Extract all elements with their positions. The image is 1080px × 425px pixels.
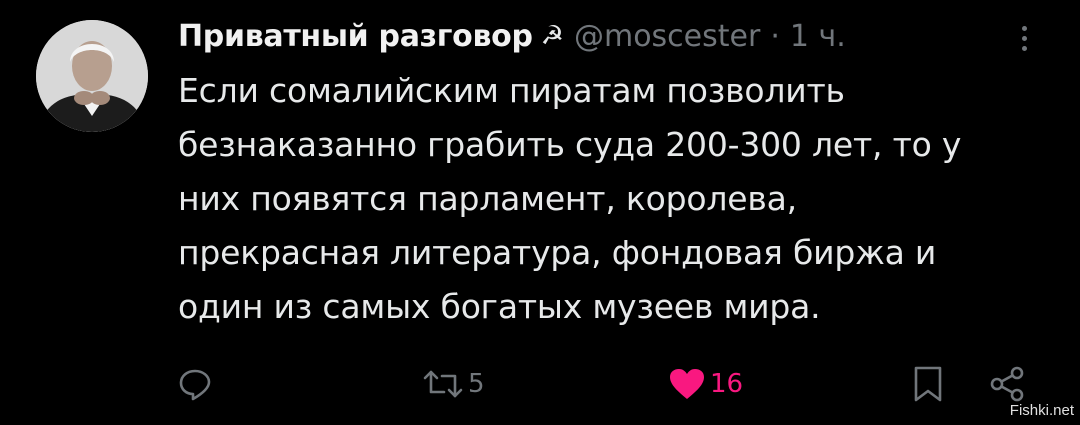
watermark: Fishki.net bbox=[1009, 402, 1074, 419]
bookmark-icon bbox=[914, 366, 942, 402]
like-button[interactable]: 16 bbox=[668, 364, 743, 404]
share-button[interactable] bbox=[988, 364, 1026, 404]
retweet-count: 5 bbox=[468, 369, 485, 399]
avatar-photo bbox=[36, 20, 148, 132]
dot-icon bbox=[1021, 35, 1027, 41]
tweet-text-line: безнаказанно грабить суда 200-300 лет, т… bbox=[178, 125, 962, 164]
dot-icon bbox=[1021, 45, 1027, 51]
reply-icon bbox=[179, 369, 211, 401]
retweet-button[interactable]: 5 bbox=[422, 364, 485, 404]
more-options-button[interactable] bbox=[1014, 18, 1034, 58]
dot-icon bbox=[1021, 25, 1027, 31]
share-icon bbox=[990, 366, 1024, 402]
author-handle[interactable]: @moscester bbox=[574, 19, 760, 54]
timestamp[interactable]: 1 ч. bbox=[790, 19, 846, 54]
author-name[interactable]: Приватный разговор bbox=[178, 19, 533, 54]
tweet-text-line: один из самых богатых музеев мира. bbox=[178, 287, 821, 326]
hammer-sickle-icon: ☭ bbox=[540, 21, 564, 51]
bookmark-button[interactable] bbox=[912, 364, 944, 404]
reply-button[interactable] bbox=[178, 364, 212, 404]
separator-dot: · bbox=[770, 18, 780, 54]
tweet-text-line: прекрасная литература, фондовая биржа и bbox=[178, 233, 937, 272]
tweet-text: Если сомалийским пиратам позволить безна… bbox=[178, 64, 1038, 334]
tweet-header: Приватный разговор ☭ @moscester · 1 ч. bbox=[178, 14, 846, 58]
tweet-text-line: Если сомалийским пиратам позволить bbox=[178, 71, 845, 110]
avatar[interactable] bbox=[36, 20, 148, 132]
tweet-text-line: них появятся парламент, королева, bbox=[178, 179, 797, 218]
like-count: 16 bbox=[710, 369, 744, 399]
heart-icon bbox=[670, 369, 704, 399]
retweet-icon bbox=[423, 370, 463, 398]
